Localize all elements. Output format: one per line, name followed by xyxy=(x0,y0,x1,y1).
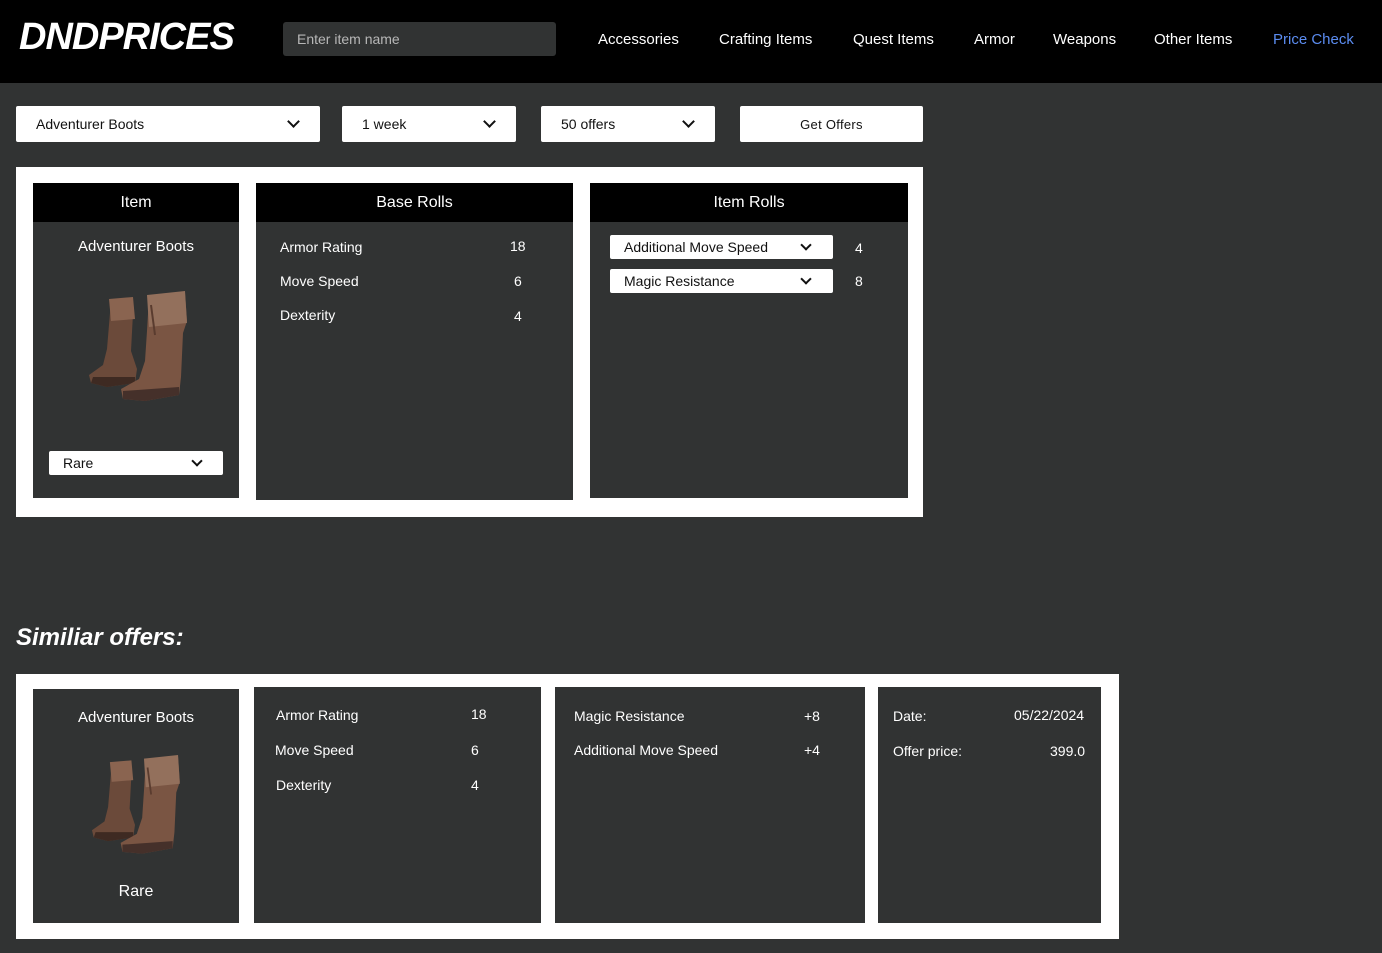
rarity-select[interactable]: Rare xyxy=(49,451,223,475)
offer-date-label: Date: xyxy=(893,708,927,724)
item-rolls-panel: Item Rolls Additional Move Speed 4 Magic… xyxy=(590,183,908,498)
offer-base-roll-label: Dexterity xyxy=(276,777,332,793)
boots-icon xyxy=(89,291,187,401)
offers-count-select[interactable]: 50 offers xyxy=(541,106,715,142)
item-select[interactable]: Adventurer Boots xyxy=(16,106,320,142)
base-roll-value: 4 xyxy=(514,308,522,324)
chevron-down-icon xyxy=(800,239,812,251)
chevron-down-icon xyxy=(483,115,496,128)
base-rolls-panel: Base Rolls Armor Rating 18 Move Speed 6 … xyxy=(256,183,573,500)
offer-base-roll-value: 4 xyxy=(471,777,479,793)
offer-date-value: 05/22/2024 xyxy=(1014,707,1085,723)
base-rolls-title: Base Rolls xyxy=(256,183,573,222)
site-logo[interactable]: DNDPRICES xyxy=(19,16,235,59)
get-offers-button[interactable]: Get Offers xyxy=(740,106,923,142)
boots-icon xyxy=(91,755,180,854)
offer-item-roll-label: Additional Move Speed xyxy=(574,742,718,758)
item-roll-value: 4 xyxy=(855,240,863,256)
offer-item-roll-value: +4 xyxy=(804,742,820,758)
chevron-down-icon xyxy=(682,115,695,128)
offers-count-select-value: 50 offers xyxy=(561,116,616,132)
nav-armor[interactable]: Armor xyxy=(974,31,1015,48)
item-roll-select-value: Additional Move Speed xyxy=(624,239,768,255)
offer-base-roll-label: Move Speed xyxy=(275,742,354,758)
base-roll-value: 6 xyxy=(514,273,522,289)
offer-price-panel: Date: 05/22/2024 Offer price: 399.0 xyxy=(878,687,1101,923)
offer-item-rolls-panel: Magic Resistance +8 Additional Move Spee… xyxy=(555,687,865,923)
item-rolls-title: Item Rolls xyxy=(590,183,908,222)
nav-other-items[interactable]: Other Items xyxy=(1154,31,1232,48)
item-roll-value: 8 xyxy=(855,273,863,289)
offer-item-roll-value: +8 xyxy=(804,708,820,724)
item-select-value: Adventurer Boots xyxy=(36,116,145,132)
period-select[interactable]: 1 week xyxy=(342,106,516,142)
top-navbar: DNDPRICES Accessories Crafting Items Que… xyxy=(0,0,1382,83)
offer-price-label: Offer price: xyxy=(893,743,962,759)
base-roll-value: 18 xyxy=(510,238,526,254)
base-roll-label: Armor Rating xyxy=(280,239,363,255)
chevron-down-icon xyxy=(191,455,203,467)
offer-rarity: Rare xyxy=(118,883,154,900)
offer-item-name: Adventurer Boots xyxy=(78,709,194,726)
offer-base-roll-value: 18 xyxy=(471,706,487,722)
chevron-down-icon xyxy=(287,115,300,128)
period-select-value: 1 week xyxy=(362,116,407,132)
nav-quest-items[interactable]: Quest Items xyxy=(853,31,934,48)
base-roll-label: Dexterity xyxy=(280,307,336,323)
nav-accessories[interactable]: Accessories xyxy=(598,31,679,48)
offer-price-value: 399.0 xyxy=(1050,743,1086,759)
nav-price-check[interactable]: Price Check xyxy=(1273,31,1354,48)
item-name: Adventurer Boots xyxy=(78,238,194,255)
similar-offers-heading: Similiar offers: xyxy=(16,624,184,651)
item-search-input[interactable] xyxy=(283,22,556,56)
offer-base-roll-label: Armor Rating xyxy=(276,707,359,723)
base-roll-label: Move Speed xyxy=(280,273,359,289)
offer-base-roll-value: 6 xyxy=(471,742,479,758)
item-panel-title: Item xyxy=(33,183,239,222)
nav-weapons[interactable]: Weapons xyxy=(1053,31,1116,48)
chevron-down-icon xyxy=(800,273,812,285)
item-roll-select[interactable]: Magic Resistance xyxy=(610,269,833,293)
item-roll-select[interactable]: Additional Move Speed xyxy=(610,235,833,259)
offer-base-rolls-panel: Armor Rating 18 Move Speed 6 Dexterity 4 xyxy=(254,687,541,923)
rarity-select-value: Rare xyxy=(63,455,94,471)
item-roll-select-value: Magic Resistance xyxy=(624,273,735,289)
offer-item-roll-label: Magic Resistance xyxy=(574,708,685,724)
item-panel: Item Adventurer Boots Rare xyxy=(33,183,239,498)
offer-item-panel: Adventurer Boots Rare xyxy=(33,689,239,923)
nav-crafting-items[interactable]: Crafting Items xyxy=(719,31,812,48)
